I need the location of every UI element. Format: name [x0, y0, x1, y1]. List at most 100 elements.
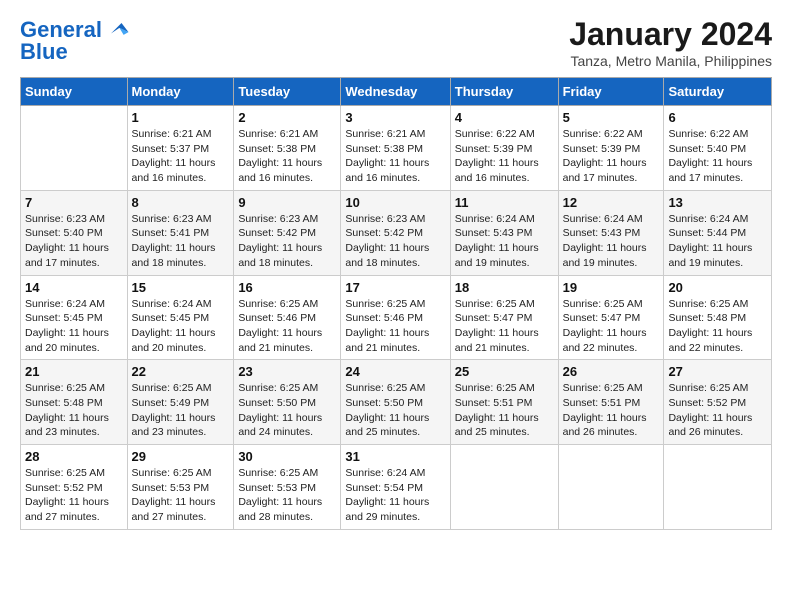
day-info: Sunrise: 6:25 AM Sunset: 5:50 PM Dayligh…	[345, 381, 445, 440]
day-number: 24	[345, 364, 445, 379]
week-row-4: 28 Sunrise: 6:25 AM Sunset: 5:52 PM Dayli…	[21, 445, 772, 530]
calendar-cell: 15Sunrise: 6:24 AM Sunset: 5:45 PM Dayli…	[127, 275, 234, 360]
day-info: Sunrise: 6:23 AM Sunset: 5:40 PM Dayligh…	[25, 212, 123, 271]
week-row-3: 21Sunrise: 6:25 AM Sunset: 5:48 PM Dayli…	[21, 360, 772, 445]
day-number: 15	[132, 280, 230, 295]
day-info: Sunrise: 6:24 AM Sunset: 5:45 PM Dayligh…	[25, 297, 123, 356]
calendar-cell: 1 Sunrise: 6:21 AM Sunset: 5:37 PM Daylig…	[127, 106, 234, 191]
calendar-cell: 18 Sunrise: 6:25 AM Sunset: 5:47 PM Dayli…	[450, 275, 558, 360]
calendar-cell: 30 Sunrise: 6:25 AM Sunset: 5:53 PM Dayli…	[234, 445, 341, 530]
day-number: 12	[563, 195, 660, 210]
calendar-cell: 2Sunrise: 6:21 AM Sunset: 5:38 PM Daylig…	[234, 106, 341, 191]
day-number: 17	[345, 280, 445, 295]
main-title: January 2024	[569, 16, 772, 53]
day-number: 27	[668, 364, 767, 379]
logo-bird-icon	[104, 16, 132, 44]
day-number: 13	[668, 195, 767, 210]
day-number: 7	[25, 195, 123, 210]
calendar-cell: 28 Sunrise: 6:25 AM Sunset: 5:52 PM Dayli…	[21, 445, 128, 530]
header-day-sunday: Sunday	[21, 78, 128, 106]
header-day-friday: Friday	[558, 78, 664, 106]
day-number: 29	[132, 449, 230, 464]
day-number: 26	[563, 364, 660, 379]
day-number: 8	[132, 195, 230, 210]
subtitle: Tanza, Metro Manila, Philippines	[569, 53, 772, 69]
day-info: Sunrise: 6:25 AM Sunset: 5:47 PM Dayligh…	[563, 297, 660, 356]
day-info: Sunrise: 6:23 AM Sunset: 5:42 PM Dayligh…	[345, 212, 445, 271]
calendar-cell: 17 Sunrise: 6:25 AM Sunset: 5:46 PM Dayli…	[341, 275, 450, 360]
day-info: Sunrise: 6:22 AM Sunset: 5:40 PM Dayligh…	[668, 127, 767, 186]
day-number: 16	[238, 280, 336, 295]
calendar-cell: 5 Sunrise: 6:22 AM Sunset: 5:39 PM Daylig…	[558, 106, 664, 191]
day-info: Sunrise: 6:25 AM Sunset: 5:51 PM Dayligh…	[455, 381, 554, 440]
day-number: 3	[345, 110, 445, 125]
day-number: 25	[455, 364, 554, 379]
day-number: 18	[455, 280, 554, 295]
calendar-cell: 19 Sunrise: 6:25 AM Sunset: 5:47 PM Dayli…	[558, 275, 664, 360]
calendar-cell: 3Sunrise: 6:21 AM Sunset: 5:38 PM Daylig…	[341, 106, 450, 191]
day-info: Sunrise: 6:21 AM Sunset: 5:37 PM Dayligh…	[132, 127, 230, 186]
calendar-cell: 4Sunrise: 6:22 AM Sunset: 5:39 PM Daylig…	[450, 106, 558, 191]
calendar-cell: 27Sunrise: 6:25 AM Sunset: 5:52 PM Dayli…	[664, 360, 772, 445]
calendar-cell	[558, 445, 664, 530]
day-number: 5	[563, 110, 660, 125]
calendar-cell: 12 Sunrise: 6:24 AM Sunset: 5:43 PM Dayli…	[558, 190, 664, 275]
calendar-cell: 26 Sunrise: 6:25 AM Sunset: 5:51 PM Dayli…	[558, 360, 664, 445]
calendar-cell: 10 Sunrise: 6:23 AM Sunset: 5:42 PM Dayli…	[341, 190, 450, 275]
calendar-cell: 29Sunrise: 6:25 AM Sunset: 5:53 PM Dayli…	[127, 445, 234, 530]
day-info: Sunrise: 6:23 AM Sunset: 5:41 PM Dayligh…	[132, 212, 230, 271]
week-row-2: 14 Sunrise: 6:24 AM Sunset: 5:45 PM Dayli…	[21, 275, 772, 360]
calendar-cell: 7 Sunrise: 6:23 AM Sunset: 5:40 PM Daylig…	[21, 190, 128, 275]
calendar-cell: 11Sunrise: 6:24 AM Sunset: 5:43 PM Dayli…	[450, 190, 558, 275]
calendar-cell	[450, 445, 558, 530]
calendar-cell: 25 Sunrise: 6:25 AM Sunset: 5:51 PM Dayli…	[450, 360, 558, 445]
day-info: Sunrise: 6:24 AM Sunset: 5:44 PM Dayligh…	[668, 212, 767, 271]
calendar-cell: 6 Sunrise: 6:22 AM Sunset: 5:40 PM Daylig…	[664, 106, 772, 191]
calendar-cell: 31Sunrise: 6:24 AM Sunset: 5:54 PM Dayli…	[341, 445, 450, 530]
day-info: Sunrise: 6:24 AM Sunset: 5:43 PM Dayligh…	[455, 212, 554, 271]
page: General Blue January 2024 Tanza, Metro M…	[0, 0, 792, 540]
day-info: Sunrise: 6:25 AM Sunset: 5:51 PM Dayligh…	[563, 381, 660, 440]
day-info: Sunrise: 6:25 AM Sunset: 5:48 PM Dayligh…	[668, 297, 767, 356]
day-number: 10	[345, 195, 445, 210]
week-row-1: 7 Sunrise: 6:23 AM Sunset: 5:40 PM Daylig…	[21, 190, 772, 275]
calendar-cell: 24 Sunrise: 6:25 AM Sunset: 5:50 PM Dayli…	[341, 360, 450, 445]
logo: General Blue	[20, 16, 132, 64]
header-day-saturday: Saturday	[664, 78, 772, 106]
day-number: 14	[25, 280, 123, 295]
day-number: 2	[238, 110, 336, 125]
day-info: Sunrise: 6:25 AM Sunset: 5:46 PM Dayligh…	[238, 297, 336, 356]
calendar-cell	[21, 106, 128, 191]
header-day-monday: Monday	[127, 78, 234, 106]
week-row-0: 1 Sunrise: 6:21 AM Sunset: 5:37 PM Daylig…	[21, 106, 772, 191]
day-info: Sunrise: 6:25 AM Sunset: 5:46 PM Dayligh…	[345, 297, 445, 356]
calendar-table: SundayMondayTuesdayWednesdayThursdayFrid…	[20, 77, 772, 530]
calendar-cell: 13 Sunrise: 6:24 AM Sunset: 5:44 PM Dayli…	[664, 190, 772, 275]
day-info: Sunrise: 6:22 AM Sunset: 5:39 PM Dayligh…	[563, 127, 660, 186]
day-info: Sunrise: 6:25 AM Sunset: 5:52 PM Dayligh…	[25, 466, 123, 525]
header-day-tuesday: Tuesday	[234, 78, 341, 106]
calendar-cell	[664, 445, 772, 530]
day-info: Sunrise: 6:25 AM Sunset: 5:53 PM Dayligh…	[238, 466, 336, 525]
calendar-cell: 16 Sunrise: 6:25 AM Sunset: 5:46 PM Dayli…	[234, 275, 341, 360]
day-number: 21	[25, 364, 123, 379]
day-number: 9	[238, 195, 336, 210]
day-number: 30	[238, 449, 336, 464]
day-info: Sunrise: 6:24 AM Sunset: 5:43 PM Dayligh…	[563, 212, 660, 271]
day-info: Sunrise: 6:25 AM Sunset: 5:47 PM Dayligh…	[455, 297, 554, 356]
day-info: Sunrise: 6:23 AM Sunset: 5:42 PM Dayligh…	[238, 212, 336, 271]
day-number: 6	[668, 110, 767, 125]
day-info: Sunrise: 6:24 AM Sunset: 5:54 PM Dayligh…	[345, 466, 445, 525]
header-day-thursday: Thursday	[450, 78, 558, 106]
day-info: Sunrise: 6:25 AM Sunset: 5:50 PM Dayligh…	[238, 381, 336, 440]
calendar-cell: 23 Sunrise: 6:25 AM Sunset: 5:50 PM Dayli…	[234, 360, 341, 445]
day-number: 19	[563, 280, 660, 295]
calendar-cell: 20 Sunrise: 6:25 AM Sunset: 5:48 PM Dayli…	[664, 275, 772, 360]
day-number: 23	[238, 364, 336, 379]
day-number: 1	[132, 110, 230, 125]
calendar-cell: 22Sunrise: 6:25 AM Sunset: 5:49 PM Dayli…	[127, 360, 234, 445]
title-block: January 2024 Tanza, Metro Manila, Philip…	[569, 16, 772, 69]
day-number: 28	[25, 449, 123, 464]
day-number: 20	[668, 280, 767, 295]
calendar-cell: 8 Sunrise: 6:23 AM Sunset: 5:41 PM Daylig…	[127, 190, 234, 275]
